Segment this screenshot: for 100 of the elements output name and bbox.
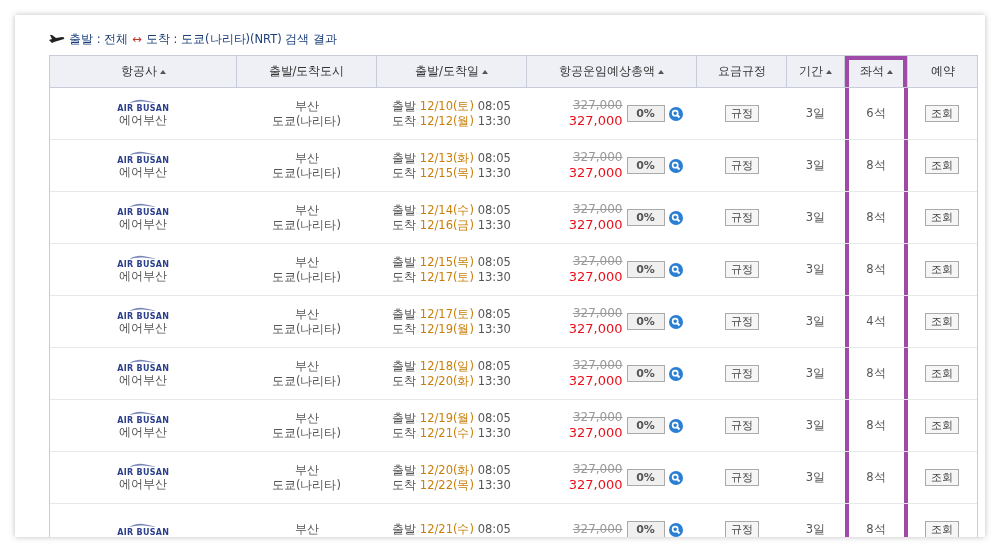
arrival-label: 도착 : 도쿄(나리타)(NRT) 검색 결과: [145, 31, 338, 47]
sort-icon[interactable]: [159, 69, 166, 74]
search-icon[interactable]: [668, 418, 683, 433]
departure-datetime: 출발 12/14(수) 08:05: [392, 202, 511, 218]
departure-city: 부산: [294, 358, 319, 374]
departure-city: 부산: [294, 150, 319, 166]
arrival-datetime: 도착 12/19(월) 13:30: [392, 321, 511, 337]
search-icon[interactable]: [668, 522, 683, 537]
departure-city: 부산: [294, 410, 319, 426]
search-icon[interactable]: [668, 106, 683, 121]
airline-logo: AIR BUSAN: [117, 463, 170, 477]
departure-datetime: 출발 12/13(화) 08:05: [392, 150, 511, 166]
fare-rule-button[interactable]: 규정: [724, 365, 759, 382]
airplane-icon: [49, 34, 65, 44]
search-icon[interactable]: [668, 470, 683, 485]
airline-logo: AIR BUSAN: [117, 151, 170, 165]
fare-rule-button[interactable]: 규정: [724, 209, 759, 226]
trip-duration: 3일: [805, 470, 826, 484]
column-label: 기간: [799, 64, 823, 79]
fare-rule-button[interactable]: 규정: [724, 417, 759, 434]
search-icon[interactable]: [668, 158, 683, 173]
discount-badge: 0%: [626, 157, 665, 174]
departure-datetime: 출발 12/17(토) 08:05: [392, 306, 511, 322]
airline-name: 에어부산: [119, 217, 168, 232]
view-button[interactable]: 조회: [925, 261, 960, 278]
trip-duration: 3일: [805, 106, 826, 120]
airline-name: 에어부산: [119, 269, 168, 284]
sort-icon[interactable]: [826, 69, 832, 74]
departure-city: 부산: [294, 306, 319, 322]
seats-cell: 6석: [844, 87, 908, 140]
search-icon[interactable]: [668, 366, 683, 381]
fare-rule-button[interactable]: 규정: [724, 105, 759, 122]
departure-label: 출발 : 전체: [69, 31, 129, 47]
arrival-city: 도쿄(나리타): [272, 217, 341, 233]
arrival-datetime: 도착 12/16(금) 13:30: [392, 217, 511, 233]
search-icon[interactable]: [668, 314, 683, 329]
fare-price: 327,000: [568, 113, 623, 129]
departure-datetime: 출발 12/18(일) 08:05: [392, 358, 511, 374]
fare-rule-button[interactable]: 규정: [724, 469, 759, 486]
column-header[interactable]: 출발/도착일: [376, 55, 527, 88]
fare-price: 327,000: [568, 165, 623, 181]
view-button[interactable]: 조회: [925, 313, 960, 330]
arrival-city: 도쿄(나리타): [272, 477, 341, 493]
airline-logo: AIR BUSAN: [117, 359, 170, 373]
fare-rule-button[interactable]: 규정: [724, 313, 759, 330]
departure-city: 부산: [294, 254, 319, 270]
view-button[interactable]: 조회: [925, 469, 960, 486]
column-label: 출발/도착도시: [268, 64, 345, 79]
sort-icon[interactable]: [886, 69, 893, 74]
airline-name: 에어부산: [119, 425, 168, 440]
departure-datetime: 출발 12/10(토) 08:05: [392, 98, 511, 114]
arrival-datetime: 도착 12/20(화) 13:30: [392, 373, 511, 389]
departure-city: 부산: [294, 202, 319, 218]
column-header[interactable]: 항공사: [49, 55, 237, 88]
departure-city: 부산: [294, 522, 319, 537]
sort-icon[interactable]: [481, 69, 488, 74]
route-arrow: ↔: [132, 32, 142, 46]
airline-name: 에어부산: [119, 373, 168, 388]
view-button[interactable]: 조회: [925, 417, 960, 434]
column-label: 출발/도착일: [415, 64, 479, 79]
arrival-city: 도쿄(나리타): [272, 425, 341, 441]
arrival-city: 도쿄(나리타): [272, 165, 341, 181]
view-button[interactable]: 조회: [925, 209, 960, 226]
view-button[interactable]: 조회: [925, 365, 960, 382]
sort-icon[interactable]: [658, 69, 664, 74]
arrival-datetime: 도착 12/21(수) 13:30: [392, 425, 511, 441]
airline-name: 에어부산: [119, 165, 168, 180]
trip-duration: 3일: [805, 210, 826, 224]
arrival-datetime: 도착 12/12(월) 13:30: [392, 113, 511, 129]
fare-rule-button[interactable]: 규정: [724, 261, 759, 278]
airline-logo: AIR BUSAN: [117, 522, 170, 537]
discount-badge: 0%: [626, 209, 665, 226]
airline-name: 에어부산: [119, 321, 168, 336]
arrival-datetime: 도착 12/22(목) 13:30: [392, 477, 511, 493]
trip-duration: 3일: [805, 262, 826, 276]
search-icon[interactable]: [668, 210, 683, 225]
arrival-city: 도쿄(나리타): [272, 321, 341, 337]
column-header[interactable]: 항공운임예상총액: [526, 55, 697, 88]
search-icon[interactable]: [668, 262, 683, 277]
column-header[interactable]: 기간: [786, 55, 845, 88]
airline-logo: AIR BUSAN: [117, 307, 170, 321]
arrival-city: 도쿄(나리타): [272, 113, 341, 129]
seats-cell: 8석: [844, 191, 908, 244]
fare-rule-button[interactable]: 규정: [724, 157, 759, 174]
fare-price: 327,000: [568, 217, 623, 233]
trip-duration: 3일: [805, 418, 826, 432]
column-header[interactable]: 좌석: [844, 55, 908, 88]
fare-rule-button[interactable]: 규정: [724, 521, 759, 537]
discount-badge: 0%: [626, 469, 665, 486]
view-button[interactable]: 조회: [925, 521, 960, 537]
trip-duration: 3일: [805, 366, 826, 380]
fare-price: 327,000: [568, 373, 623, 389]
departure-datetime: 출발 12/20(화) 08:05: [392, 462, 511, 478]
airline-name: 에어부산: [119, 113, 168, 128]
airline-logo: AIR BUSAN: [117, 203, 170, 217]
original-price: 327,000: [572, 98, 623, 113]
view-button[interactable]: 조회: [925, 157, 960, 174]
original-price: 327,000: [572, 202, 623, 217]
fare-price: 327,000: [568, 425, 623, 441]
view-button[interactable]: 조회: [925, 105, 960, 122]
